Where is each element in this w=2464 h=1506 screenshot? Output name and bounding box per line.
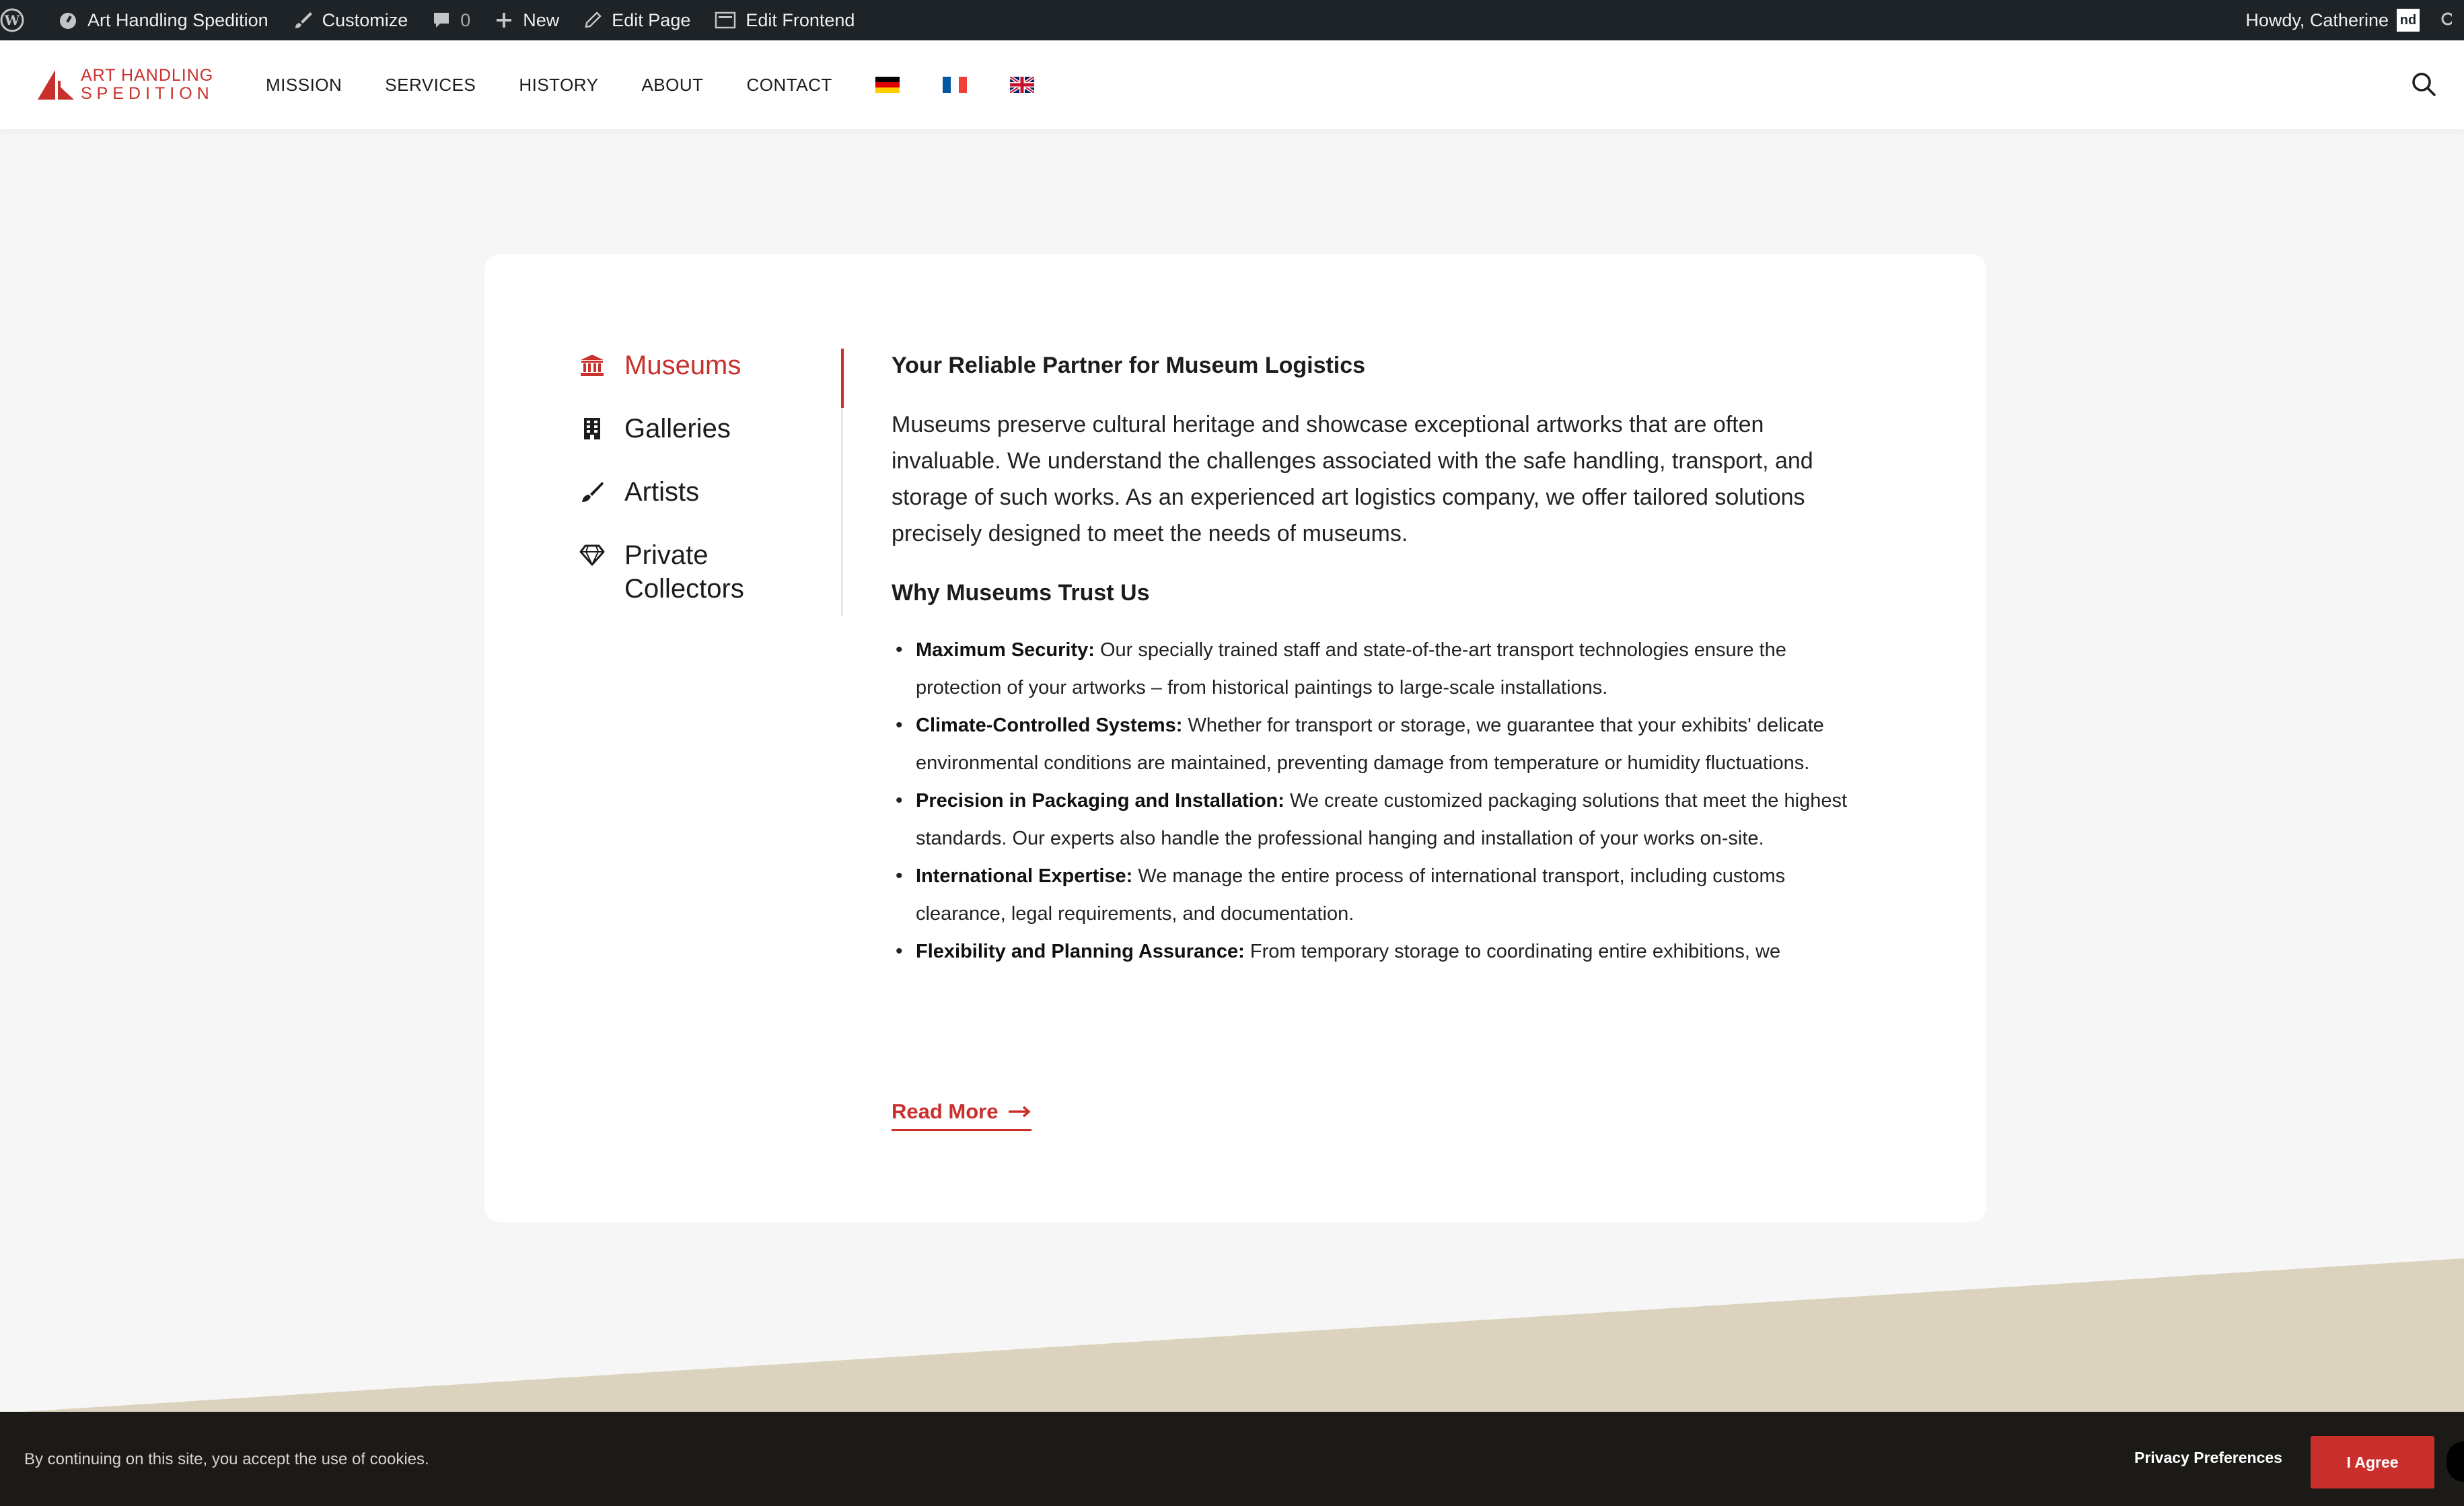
nav-history[interactable]: HISTORY bbox=[519, 75, 598, 96]
plus-icon bbox=[497, 13, 512, 28]
wordpress-logo-menu[interactable]: W bbox=[0, 0, 46, 40]
tab-private-collectors[interactable]: Private Collectors bbox=[579, 538, 841, 606]
comments-count: 0 bbox=[460, 9, 471, 30]
services-card: Museums Galleries Artists Private Collec… bbox=[484, 254, 1986, 1222]
edit-page-label: Edit Page bbox=[612, 9, 691, 30]
german-flag-icon[interactable] bbox=[875, 77, 900, 93]
tab-museums[interactable]: Museums bbox=[579, 349, 841, 382]
list-item: Climate-Controlled Systems: Whether for … bbox=[892, 707, 1874, 782]
active-tab-indicator bbox=[841, 349, 844, 408]
diamond-icon bbox=[579, 538, 606, 572]
reasons-list: Maximum Security: Our specially trained … bbox=[892, 631, 1874, 970]
french-flag-icon[interactable] bbox=[942, 77, 967, 93]
customize-label: Customize bbox=[322, 9, 408, 30]
content-subtitle: Why Museums Trust Us bbox=[892, 580, 1150, 606]
tab-artists[interactable]: Artists bbox=[579, 475, 841, 509]
list-item-heading: Flexibility and Planning Assurance: bbox=[916, 941, 1245, 962]
avatar: nd bbox=[2397, 9, 2420, 32]
tab-galleries[interactable]: Galleries bbox=[579, 412, 841, 445]
content-intro: Museums preserve cultural heritage and s… bbox=[892, 412, 1813, 546]
comment-icon bbox=[434, 13, 449, 28]
list-item-heading: Climate-Controlled Systems: bbox=[916, 715, 1183, 736]
site-name-label: Art Handling Spedition bbox=[87, 9, 268, 30]
my-account-menu[interactable]: Howdy, Catherine nd bbox=[2233, 0, 2432, 40]
main-navigation: MISSION SERVICES HISTORY ABOUT CONTACT bbox=[266, 40, 1077, 129]
uk-flag-icon[interactable] bbox=[1009, 77, 1034, 93]
pencil-icon bbox=[585, 11, 602, 28]
list-item: Maximum Security: Our specially trained … bbox=[892, 631, 1874, 707]
decorative-diagonal-band bbox=[0, 1258, 2464, 1413]
wp-admin-bar: W Art Handling Spedition Customize 0 New… bbox=[0, 0, 2464, 40]
read-more-link[interactable]: Read More bbox=[892, 1100, 1032, 1131]
howdy-label: Howdy, Catherine bbox=[2245, 9, 2389, 30]
museum-icon bbox=[579, 349, 606, 382]
tabs-divider bbox=[841, 349, 844, 616]
new-label: New bbox=[523, 9, 560, 30]
tab-label-artists: Artists bbox=[624, 477, 700, 507]
site-header: ART HANDLING SPEDITION MISSION SERVICES … bbox=[0, 40, 2464, 129]
list-item-text: From temporary storage to coordinating e… bbox=[1244, 941, 1781, 962]
customize-link[interactable]: Customize bbox=[281, 0, 421, 40]
frontend-editor-icon bbox=[715, 11, 736, 29]
edit-page-link[interactable]: Edit Page bbox=[571, 0, 702, 40]
new-content-menu[interactable]: New bbox=[482, 0, 571, 40]
site-name-menu[interactable]: Art Handling Spedition bbox=[46, 0, 281, 40]
nav-contact[interactable]: CONTACT bbox=[747, 75, 832, 96]
search-icon bbox=[2441, 12, 2452, 26]
list-item: International Expertise: We manage the e… bbox=[892, 857, 1874, 933]
tab-label-private-collectors: Private Collectors bbox=[624, 540, 744, 604]
svg-text:W: W bbox=[4, 12, 20, 28]
list-item-heading: Maximum Security: bbox=[916, 639, 1095, 661]
site-logo[interactable]: ART HANDLING SPEDITION bbox=[35, 67, 214, 102]
tab-label-museums: Museums bbox=[624, 351, 741, 380]
cookie-notice-text: By continuing on this site, you accept t… bbox=[24, 1450, 429, 1468]
tab-label-galleries: Galleries bbox=[624, 414, 731, 443]
site-search-icon[interactable] bbox=[2410, 71, 2437, 98]
logo-text-line1: ART HANDLING bbox=[81, 66, 214, 85]
content-title: Your Reliable Partner for Museum Logisti… bbox=[892, 353, 1366, 378]
list-item: Flexibility and Planning Assurance: From… bbox=[892, 933, 1874, 970]
comments-link[interactable]: 0 bbox=[420, 0, 482, 40]
logo-text-line2: SPEDITION bbox=[81, 84, 214, 103]
paintbrush-icon bbox=[295, 12, 312, 28]
arrow-right-icon bbox=[1009, 1106, 1031, 1118]
edit-frontend-label: Edit Frontend bbox=[746, 9, 855, 30]
nav-about[interactable]: ABOUT bbox=[641, 75, 703, 96]
nav-services[interactable]: SERVICES bbox=[385, 75, 476, 96]
privacy-preferences-button[interactable]: Privacy Preferences bbox=[2134, 1449, 2282, 1467]
scroll-to-top-button[interactable] bbox=[2447, 1441, 2464, 1482]
tab-content-museums: Your Reliable Partner for Museum Logisti… bbox=[892, 349, 1874, 970]
edit-frontend-link[interactable]: Edit Frontend bbox=[702, 0, 867, 40]
nav-mission[interactable]: MISSION bbox=[266, 75, 342, 96]
wordpress-icon: W bbox=[0, 8, 24, 32]
list-item: Precision in Packaging and Installation:… bbox=[892, 782, 1874, 857]
list-item-heading: International Expertise: bbox=[916, 865, 1133, 887]
agree-button[interactable]: I Agree bbox=[2311, 1436, 2434, 1489]
dashboard-icon bbox=[60, 13, 76, 29]
logo-mark-icon bbox=[38, 70, 74, 100]
audience-tabs: Museums Galleries Artists Private Collec… bbox=[579, 349, 841, 635]
list-item-heading: Precision in Packaging and Installation: bbox=[916, 790, 1284, 812]
paintbrush-icon bbox=[579, 475, 606, 509]
read-more-label: Read More bbox=[892, 1100, 999, 1123]
cookie-consent-bar: By continuing on this site, you accept t… bbox=[0, 1412, 2464, 1506]
admin-search[interactable] bbox=[2432, 0, 2464, 40]
building-icon bbox=[579, 412, 606, 445]
